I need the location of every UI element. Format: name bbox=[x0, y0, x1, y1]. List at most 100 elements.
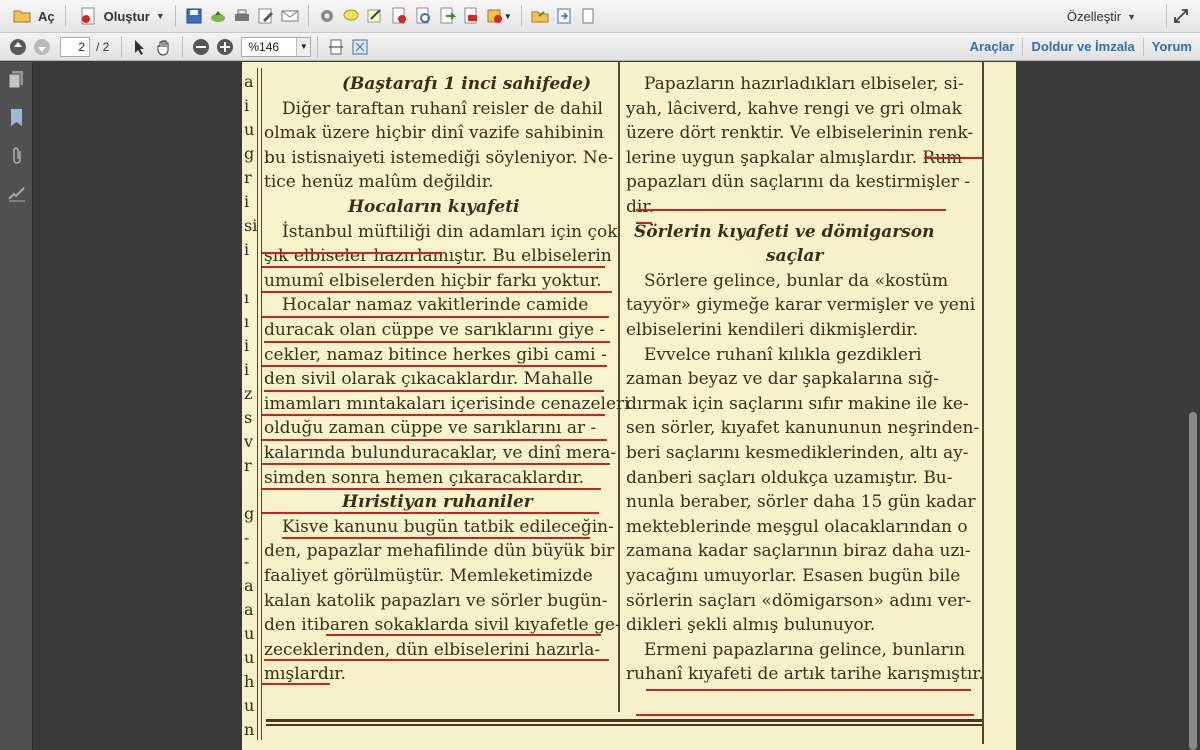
text-line: Hocalar namaz vakitlerinde camide bbox=[282, 295, 589, 316]
open-file-icon[interactable] bbox=[530, 6, 550, 26]
export-icon[interactable] bbox=[437, 6, 457, 26]
text-line: elbiselerini kendileri dikmişlerdir. bbox=[626, 320, 919, 340]
text-line: Papazların hazırladıkları elbiseler, si- bbox=[644, 74, 964, 94]
edge-fragment: i bbox=[244, 240, 250, 259]
edge-fragment: ı bbox=[244, 288, 250, 307]
comment-bubble-icon[interactable] bbox=[341, 6, 361, 26]
edge-fragment: i bbox=[244, 336, 250, 355]
page-number-input[interactable]: 2 bbox=[60, 36, 90, 57]
attachments-button[interactable] bbox=[0, 138, 33, 176]
page-up-icon[interactable] bbox=[8, 37, 28, 57]
open-folder-icon bbox=[12, 6, 32, 26]
red-underline bbox=[262, 512, 599, 514]
red-underline bbox=[262, 439, 607, 441]
main-toolbar: Aç Oluştur ▼ ▼ Özelleştir ▼ bbox=[0, 0, 1200, 33]
edit-icon[interactable] bbox=[256, 6, 276, 26]
text-line: lerine uygun şapkalar almışlardır. Rum bbox=[626, 147, 963, 168]
text-line: yacağını umuyorlar. Esasen bugün bile bbox=[626, 566, 961, 586]
page-total: / 2 bbox=[96, 39, 110, 54]
sign-icon[interactable] bbox=[365, 6, 385, 26]
page-thumbnails-icon bbox=[8, 70, 26, 93]
edge-fragment: r bbox=[244, 456, 252, 475]
zoom-out-icon[interactable] bbox=[191, 37, 211, 57]
text-line: simden sonra hemen çıkaracaklardır. bbox=[264, 467, 584, 488]
upload-cloud-icon[interactable] bbox=[208, 6, 228, 26]
toolbar-divider bbox=[307, 5, 309, 27]
edge-fragment: s bbox=[244, 408, 253, 427]
send-icon[interactable] bbox=[554, 6, 574, 26]
open-button[interactable]: Aç bbox=[6, 4, 59, 28]
red-underline bbox=[262, 365, 607, 367]
edge-fragment: g bbox=[244, 144, 255, 163]
tools-link[interactable]: Araçlar bbox=[962, 38, 1023, 56]
edge-fragment: h bbox=[244, 672, 255, 691]
red-underline bbox=[636, 714, 974, 716]
edge-fragment: a bbox=[244, 576, 254, 595]
text-line: zaman beyaz ve dar şapkalarına sığ- bbox=[626, 369, 939, 390]
comment-link[interactable]: Yorum bbox=[1142, 38, 1200, 56]
edge-fragment: u bbox=[244, 696, 255, 715]
text-line: papazları dün saçlarını da kestirmişler … bbox=[626, 172, 970, 193]
organize-icon[interactable]: ▼ bbox=[485, 6, 513, 26]
bottom-rule bbox=[266, 724, 982, 726]
toolbar-divider bbox=[64, 5, 66, 27]
text-line: kalan katolik papazları ve sörler bugün- bbox=[264, 590, 608, 611]
text-line: kalarında bulunduracaklar, ve dinî mera- bbox=[264, 443, 617, 463]
select-cursor-icon[interactable] bbox=[130, 37, 150, 57]
edge-fragment: r bbox=[244, 168, 252, 187]
redact-icon[interactable] bbox=[461, 6, 481, 26]
fit-width-icon[interactable] bbox=[326, 37, 346, 57]
save-icon[interactable] bbox=[184, 6, 204, 26]
create-button[interactable]: Oluştur ▼ bbox=[72, 4, 169, 28]
red-underline bbox=[282, 537, 590, 539]
edge-fragment: n bbox=[244, 720, 255, 739]
fullscreen-button[interactable] bbox=[1166, 4, 1194, 28]
email-icon[interactable] bbox=[280, 6, 300, 26]
zoom-in-icon[interactable] bbox=[215, 37, 235, 57]
text-line: dir. bbox=[626, 197, 654, 217]
text-line: ruhanî kıyafeti de artık tarihe karışmış… bbox=[626, 664, 984, 685]
open-label: Aç bbox=[38, 8, 55, 24]
page-down-icon[interactable] bbox=[32, 37, 52, 57]
red-underline bbox=[262, 488, 601, 490]
red-underline bbox=[262, 414, 605, 416]
fill-sign-link[interactable]: Doldur ve İmzala bbox=[1022, 38, 1142, 56]
text-line: Kisve kanunu bugün tatbik edileceğin- bbox=[282, 516, 614, 537]
scrollbar-thumb[interactable] bbox=[1189, 412, 1197, 750]
right-column: Papazların hazırladıkları elbiseler, si-… bbox=[626, 74, 984, 724]
edge-fragment: z bbox=[244, 384, 253, 403]
text-line: den itibaren sokaklarda sivil kıyafetle … bbox=[264, 615, 621, 636]
signatures-icon bbox=[7, 185, 27, 206]
red-underline bbox=[262, 266, 605, 268]
chevron-down-icon[interactable]: ▼ bbox=[296, 37, 311, 56]
text-line: Diğer taraftan ruhanî reisler de dahil bbox=[282, 98, 603, 119]
delete-page-icon[interactable] bbox=[389, 6, 409, 26]
create-label: Oluştur bbox=[103, 8, 150, 24]
text-line: nunla beraber, sörler daha 15 gün kadar bbox=[626, 492, 976, 513]
print-icon[interactable] bbox=[232, 6, 252, 26]
fit-page-icon[interactable] bbox=[350, 37, 370, 57]
chevron-down-icon[interactable]: ▼ bbox=[156, 11, 165, 21]
text-line: olduğu zaman cüppe ve sarıklarını ar - bbox=[264, 418, 597, 439]
page-icon[interactable] bbox=[578, 6, 598, 26]
zoom-select[interactable]: %146 ▼ bbox=[241, 36, 312, 57]
edge-fragment: - bbox=[244, 528, 250, 547]
edge-fragment: i bbox=[244, 192, 250, 211]
text-line: beri saçlarını kesmediklerinden, altı ay… bbox=[626, 443, 969, 463]
bookmarks-button[interactable] bbox=[0, 100, 33, 138]
chevron-down-icon: ▼ bbox=[1127, 11, 1136, 22]
toolbar-divider bbox=[182, 35, 184, 58]
text-line: den sivil olarak çıkacaklardır. Mahalle bbox=[264, 369, 594, 390]
document-viewport[interactable]: a i u g r i si i ı ı i i z s v r g - - a a u u h u n (Baştarafı 1… bbox=[34, 62, 1186, 750]
toolbar-divider bbox=[121, 35, 123, 58]
red-underline bbox=[262, 463, 610, 465]
signatures-button[interactable] bbox=[0, 176, 33, 214]
protect-icon[interactable] bbox=[413, 6, 433, 26]
customize-menu[interactable]: Özelleştir ▼ bbox=[1067, 0, 1136, 33]
vertical-scrollbar[interactable] bbox=[1186, 62, 1200, 750]
right-panel-links: Araçlar Doldur ve İmzala Yorum bbox=[962, 33, 1200, 61]
page-thumbnails-button[interactable] bbox=[0, 62, 33, 100]
column-rule-right bbox=[982, 62, 984, 744]
hand-tool-icon[interactable] bbox=[154, 37, 174, 57]
settings-icon[interactable] bbox=[317, 6, 337, 26]
